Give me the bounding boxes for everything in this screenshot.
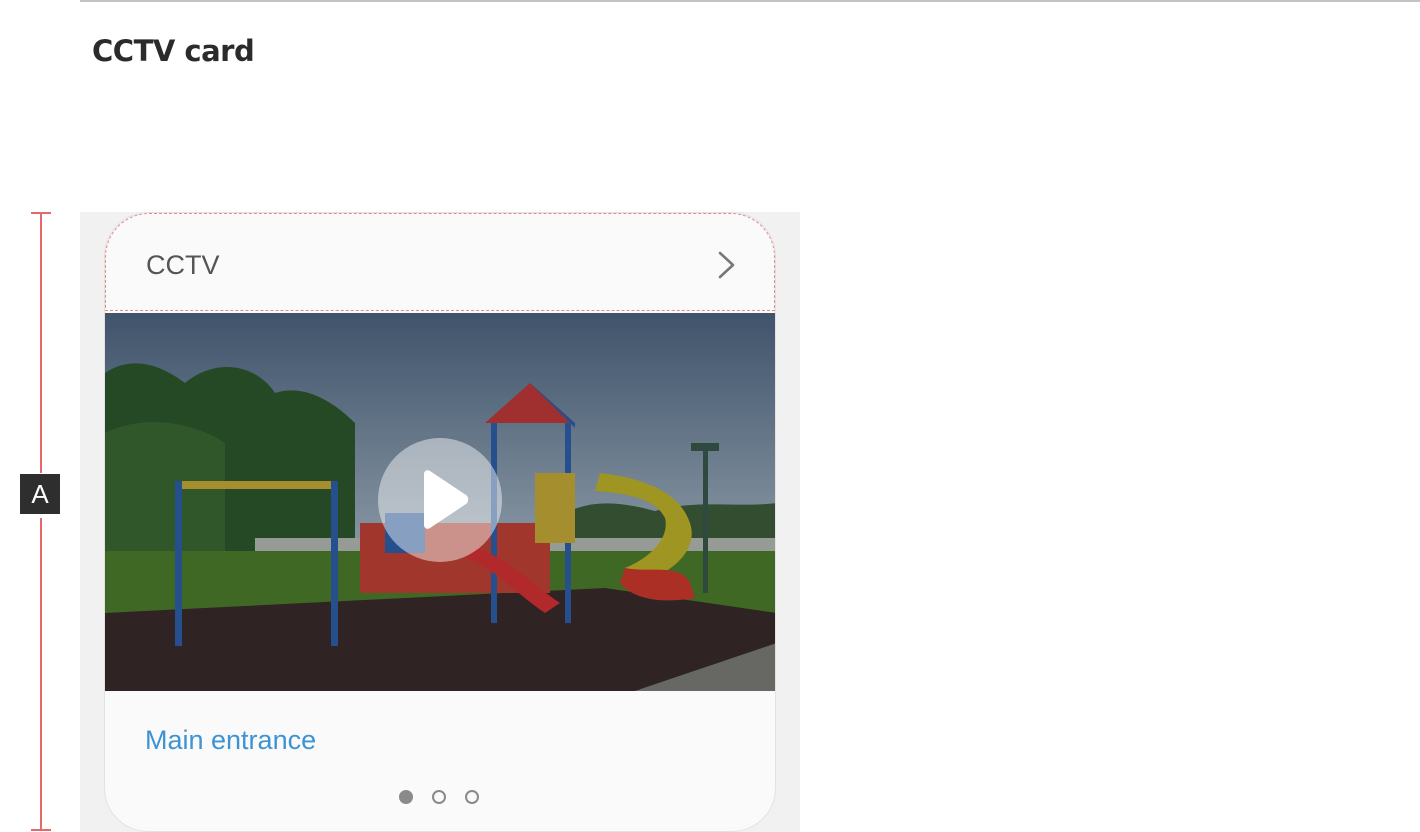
spec-cap-bottom [31,829,51,831]
page-dot-2[interactable] [432,790,446,804]
play-icon [424,470,469,529]
page-indicator [399,790,479,806]
card-header[interactable]: CCTV [105,213,775,311]
spec-marker-a: A [20,474,60,514]
page-dot-1[interactable] [399,790,413,804]
spec-line-upper [40,213,42,473]
top-divider [80,0,1420,2]
page-title: CCTV card [92,34,255,68]
cctv-video-thumbnail[interactable] [105,313,775,691]
spec-line-lower [40,518,42,830]
page-dot-3[interactable] [465,790,479,804]
play-button[interactable] [378,438,502,562]
chevron-right-icon [718,251,735,279]
card-title: CCTV [146,250,220,280]
camera-location-label[interactable]: Main entrance [145,725,316,756]
cctv-card: CCTV Main entrance [104,212,776,832]
card-stage: CCTV Main entrance [80,212,800,832]
